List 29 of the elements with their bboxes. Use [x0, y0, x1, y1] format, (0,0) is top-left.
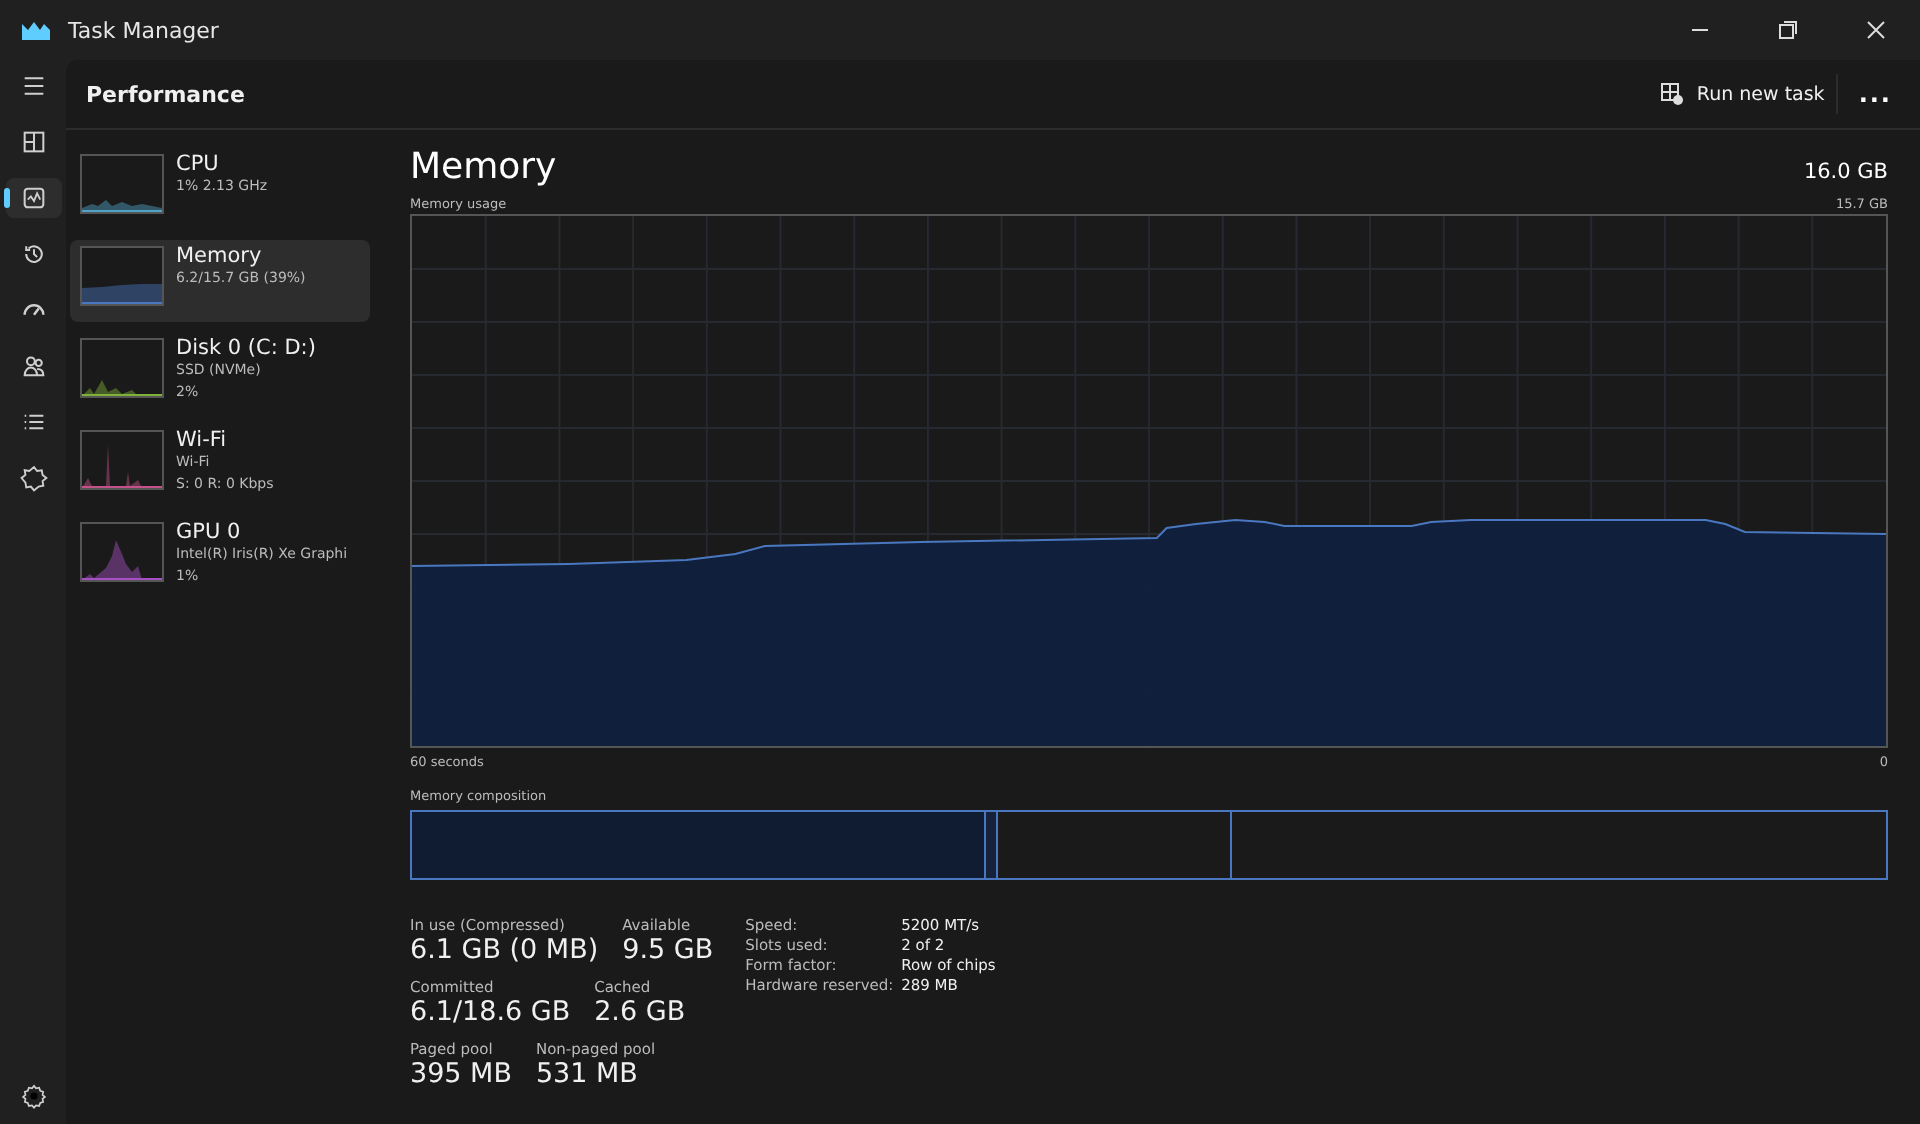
close-icon: [1866, 20, 1886, 40]
history-icon: [19, 240, 47, 268]
total-memory: 16.0 GB: [1803, 160, 1888, 184]
processes-icon: [19, 128, 47, 156]
menu-icon: [19, 72, 47, 100]
settings-icon: [19, 1082, 47, 1110]
more-button[interactable]: ...: [1850, 80, 1900, 108]
stat-value: 6.1 GB (0 MB): [410, 934, 599, 966]
sparkline-drawing: [80, 246, 164, 306]
sparkline-drawing: [80, 430, 164, 490]
sparkline-drawing: [80, 154, 164, 214]
window-title: Task Manager: [68, 17, 219, 43]
sparkline-drawing: [80, 338, 164, 398]
sparkline-drawing: [80, 522, 164, 582]
users-icon: [19, 352, 47, 380]
detail-title: Memory: [410, 146, 557, 188]
page-title: Performance: [86, 81, 245, 107]
stat-value: 395 MB: [410, 1058, 512, 1090]
performance-icon: [19, 184, 47, 212]
performance-nav-button[interactable]: [5, 178, 61, 218]
stat-value: 9.5 GB: [622, 934, 714, 966]
app-logo-icon: [22, 20, 50, 40]
run-new-task-button[interactable]: Run new task: [1648, 74, 1839, 114]
new-task-icon: [1660, 82, 1685, 106]
services-icon: [19, 464, 47, 492]
stat-value: 6.1/18.6 GB: [410, 996, 571, 1028]
stat-value: 2.6 GB: [594, 996, 686, 1028]
restore-icon: [1778, 20, 1798, 40]
stat-value: 531 MB: [535, 1058, 640, 1090]
